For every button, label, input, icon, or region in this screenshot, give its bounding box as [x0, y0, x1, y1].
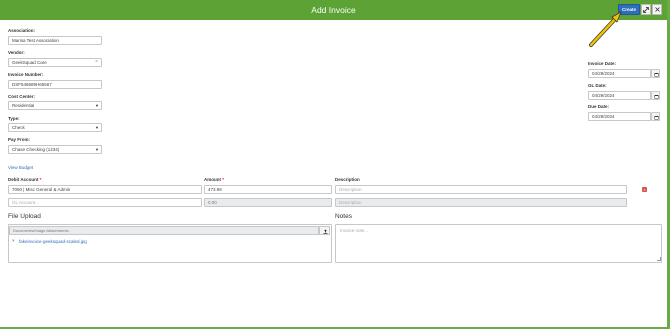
debit-account-field[interactable]: 7050 | Misc General & Admin	[8, 185, 202, 194]
chevron-down-icon: ▼	[95, 125, 99, 130]
amount-label: Amount	[204, 177, 221, 182]
gl-account-field[interactable]: GL Account...	[8, 198, 202, 207]
invoice-date-label: Invoice Date:	[588, 61, 617, 66]
type-value: Check	[12, 125, 25, 130]
resize-handle-icon[interactable]	[657, 257, 661, 261]
dialog-title: Add Invoice	[311, 5, 356, 15]
vendor-value: GeekSquad Care	[12, 60, 47, 65]
close-icon[interactable]	[652, 4, 662, 15]
calendar-icon[interactable]	[651, 91, 660, 100]
notes-title: Notes	[335, 213, 352, 220]
upload-icon[interactable]	[319, 226, 330, 235]
debit-account-header: Debit Account *	[8, 177, 41, 182]
type-label: Type:	[8, 116, 20, 121]
cost-center-select[interactable]: Residential ▼	[8, 101, 102, 110]
vendor-field[interactable]: GeekSquad Care ×	[8, 58, 102, 67]
cost-center-label: Cost Center:	[8, 94, 36, 99]
annotation-arrow-icon	[589, 11, 622, 47]
cost-center-value: Residential	[12, 103, 35, 108]
file-upload-input[interactable]: Documents/Image Attachments	[9, 226, 319, 235]
invoice-date-field[interactable]: 04/29/2024	[588, 69, 651, 78]
notes-textarea[interactable]: Invoice note...	[335, 224, 662, 263]
view-budget-link[interactable]: View Budget	[8, 165, 33, 170]
invoice-number-label: Invoice Number:	[8, 72, 44, 77]
description-field[interactable]: Description	[335, 185, 627, 194]
amount-header: Amount *	[204, 177, 224, 182]
due-date-field[interactable]: 04/29/2024	[588, 112, 651, 121]
pay-from-select[interactable]: Chase Checking (1234) ▼	[8, 145, 102, 154]
amount-field[interactable]: 473.99	[204, 185, 332, 194]
description-header: Description	[335, 177, 360, 182]
gl-date-field[interactable]: 04/29/2024	[588, 91, 651, 100]
required-mark: *	[39, 177, 42, 182]
expand-icon[interactable]	[641, 4, 651, 15]
vendor-label: Vendor:	[8, 50, 25, 55]
pay-from-value: Chase Checking (1234)	[12, 147, 60, 152]
description-field: Description	[335, 198, 627, 207]
chevron-down-icon: ▼	[95, 147, 99, 152]
file-upload-title: File Upload	[8, 213, 41, 220]
association-label: Association:	[8, 28, 36, 33]
delete-row-button[interactable]: ×	[642, 187, 647, 192]
dialog-header: Add Invoice	[0, 0, 667, 20]
uploaded-file-link[interactable]: fakeinvoice-geeksquad-scaled.jpg	[19, 239, 87, 244]
pay-from-label: Pay From:	[8, 137, 31, 142]
gl-date-label: GL Date:	[588, 83, 607, 88]
amount-field: 0.00	[204, 198, 332, 207]
debit-account-label: Debit Account	[8, 177, 39, 182]
required-mark: *	[222, 177, 225, 182]
calendar-icon[interactable]	[651, 112, 660, 121]
chevron-down-icon: ▼	[95, 103, 99, 108]
type-select[interactable]: Check ▼	[8, 123, 102, 132]
association-field[interactable]: Marisa Test Association	[8, 36, 102, 45]
invoice-number-field[interactable]: DSF546689H65567	[8, 80, 102, 89]
notes-placeholder: Invoice note...	[340, 228, 369, 233]
remove-file-icon[interactable]: ×	[12, 238, 15, 243]
clear-icon[interactable]: ×	[95, 59, 98, 66]
calendar-icon[interactable]	[651, 69, 660, 78]
due-date-label: Due Date:	[588, 104, 610, 109]
